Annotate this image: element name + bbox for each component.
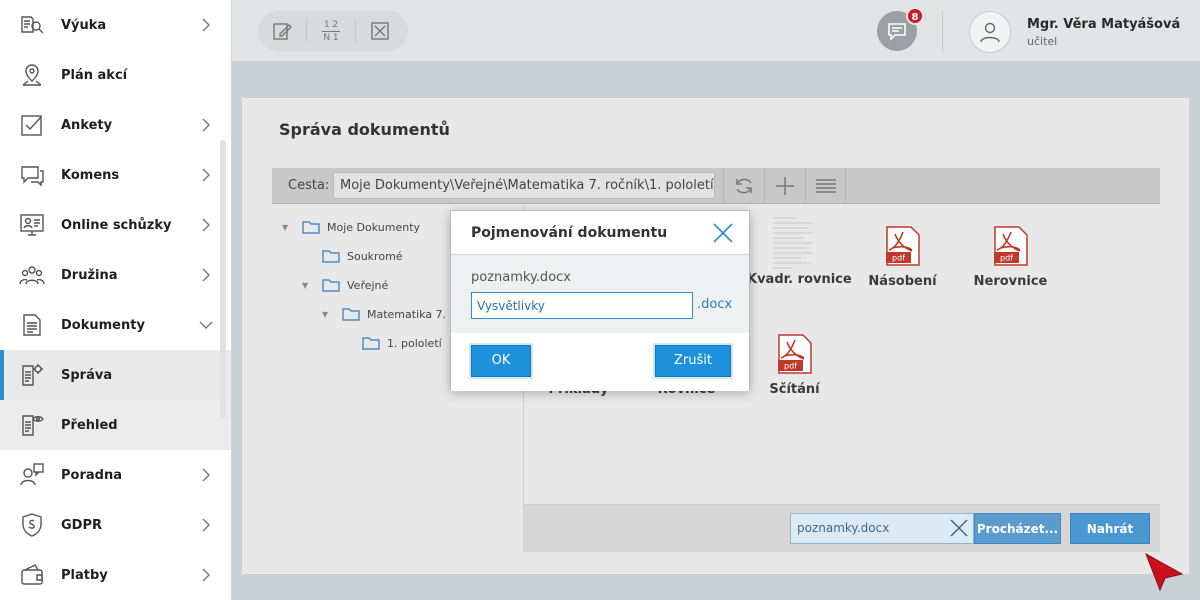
sidebar-item-gdpr[interactable]: GDPR: [0, 500, 231, 550]
chevron-down-icon: [199, 317, 213, 333]
cancel-button[interactable]: Zrušit: [655, 345, 731, 377]
ok-button[interactable]: OK: [471, 345, 531, 377]
document-name-input[interactable]: [471, 292, 693, 319]
chevron-right-icon: [199, 167, 213, 183]
sidebar-item-label: Komens: [61, 167, 120, 183]
user-role: učitel: [1027, 35, 1058, 48]
chevron-right-icon: [199, 467, 213, 483]
document-view-icon: [19, 412, 45, 438]
lesson-icon: [19, 12, 45, 38]
shield-icon: [19, 512, 45, 538]
group-icon: [19, 262, 45, 288]
sidebar-item-komens[interactable]: Komens: [0, 150, 231, 200]
map-pin-icon: [19, 62, 45, 88]
sidebar-item-dokumenty[interactable]: Dokumenty: [0, 300, 231, 350]
chevron-right-icon: [199, 117, 213, 133]
sidebar-item-label: Přehled: [61, 417, 118, 433]
top-bar: 1 2 N 1 8 Mgr. Věra Matyášová učitel: [232, 0, 1200, 62]
original-filename: poznamky.docx: [471, 270, 571, 285]
sidebar-item-label: Ankety: [61, 117, 113, 133]
sidebar-scrollbar[interactable]: [220, 140, 226, 418]
sidebar-item-label: Správa: [61, 367, 113, 383]
dialog-header: Pojmenování dokumentu: [451, 211, 749, 255]
rename-dialog: Pojmenování dokumentu poznamky.docx .doc…: [450, 210, 750, 391]
sidebar-item-ankety[interactable]: Ankety: [0, 100, 231, 150]
close-icon: [712, 222, 734, 244]
divider: [942, 11, 943, 51]
sidebar-item-label: Výuka: [61, 17, 107, 33]
fraction-button[interactable]: 1 2 N 1: [307, 11, 355, 51]
fraction-bottom: N 1: [323, 32, 339, 43]
advisor-icon: [19, 462, 45, 488]
edit-button[interactable]: [258, 11, 306, 51]
chat-icon: [19, 162, 45, 188]
wallet-icon: [19, 562, 45, 588]
video-meeting-icon: [19, 212, 45, 238]
chat-bubble-icon: [887, 21, 907, 41]
sidebar: Výuka Plán akcí Ankety Komens Online sch…: [0, 0, 232, 600]
sidebar-item-sprava[interactable]: Správa: [0, 350, 231, 400]
dialog-title: Pojmenování dokumentu: [471, 225, 668, 241]
chevron-right-icon: [199, 517, 213, 533]
sidebar-item-label: Platby: [61, 567, 108, 583]
sidebar-item-online-schuzky[interactable]: Online schůzky: [0, 200, 231, 250]
sidebar-item-platby[interactable]: Platby: [0, 550, 231, 600]
sidebar-item-label: Online schůzky: [61, 217, 172, 233]
dialog-close-button[interactable]: [712, 222, 734, 244]
close-box-button[interactable]: [356, 11, 404, 51]
chevron-right-icon: [199, 567, 213, 583]
chevron-right-icon: [199, 17, 213, 33]
avatar[interactable]: [969, 11, 1011, 53]
document-icon: [19, 312, 45, 338]
sidebar-item-vyuka[interactable]: Výuka: [0, 0, 231, 50]
user-name[interactable]: Mgr. Věra Matyášová: [1027, 17, 1180, 32]
sidebar-item-poradna[interactable]: Poradna: [0, 450, 231, 500]
dialog-footer: OK Zrušit: [451, 333, 749, 391]
fraction-icon: 1 2 N 1: [322, 20, 340, 43]
sidebar-item-label: GDPR: [61, 517, 102, 533]
user-icon: [978, 20, 1002, 44]
chevron-right-icon: [199, 267, 213, 283]
sidebar-item-label: Plán akcí: [61, 67, 128, 83]
pointer-cursor-icon: [1144, 552, 1184, 592]
checkbox-icon: [19, 112, 45, 138]
file-extension: .docx: [697, 297, 733, 312]
edit-icon: [272, 21, 292, 41]
close-box-icon: [371, 22, 389, 40]
document-settings-icon: [19, 362, 45, 388]
chevron-right-icon: [199, 217, 213, 233]
sidebar-item-label: Družina: [61, 267, 118, 283]
fraction-top: 1 2: [323, 19, 339, 30]
sidebar-item-prehled[interactable]: Přehled: [0, 400, 231, 450]
message-count-badge: 8: [906, 7, 924, 25]
sidebar-item-druzina[interactable]: Družina: [0, 250, 231, 300]
toolbar-group: 1 2 N 1: [258, 11, 408, 51]
sidebar-item-plan-akci[interactable]: Plán akcí: [0, 50, 231, 100]
sidebar-item-label: Poradna: [61, 467, 122, 483]
sidebar-item-label: Dokumenty: [61, 317, 145, 333]
dialog-body: poznamky.docx .docx: [451, 255, 749, 333]
